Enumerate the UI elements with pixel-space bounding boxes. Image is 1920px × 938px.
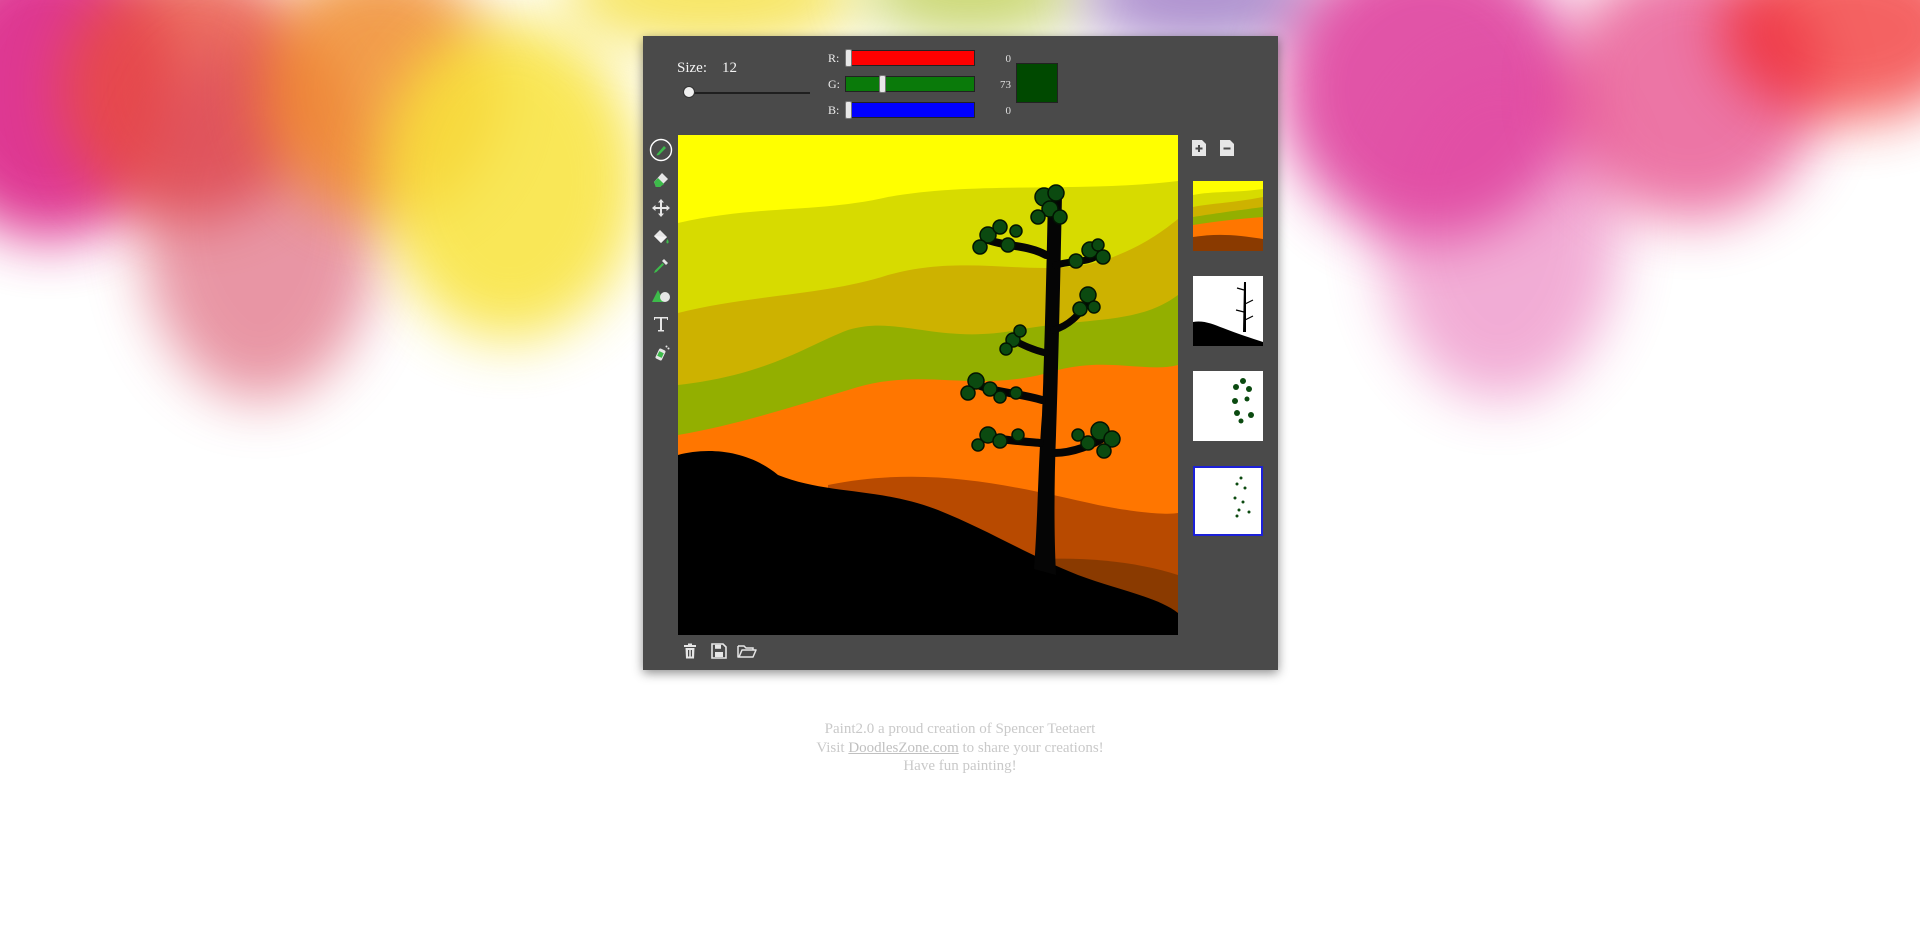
folder-open-icon bbox=[737, 645, 757, 658]
paint-app-panel: Size: 12 R: 0 G: 73 B: 0 bbox=[643, 36, 1278, 670]
red-value: 0 bbox=[1005, 53, 1012, 65]
add-layer-icon bbox=[1192, 140, 1206, 156]
spray-tool[interactable] bbox=[647, 338, 675, 367]
text-tool[interactable] bbox=[647, 309, 675, 338]
red-slider[interactable] bbox=[845, 50, 975, 66]
green-slider[interactable] bbox=[845, 76, 975, 92]
green-value: 73 bbox=[1000, 79, 1011, 91]
eraser-tool[interactable] bbox=[647, 164, 675, 193]
brush-size-slider[interactable] bbox=[684, 92, 810, 94]
move-arrows-icon bbox=[652, 198, 670, 217]
blue-slider-thumb[interactable] bbox=[845, 101, 852, 119]
layer-thumbnail-4[interactable] bbox=[1193, 466, 1263, 536]
red-label: R: bbox=[828, 51, 840, 65]
layer-thumbnail-tree-preview bbox=[1193, 276, 1263, 346]
pencil-tool[interactable] bbox=[647, 135, 675, 164]
canvas-artwork bbox=[678, 135, 1178, 635]
green-label: G: bbox=[828, 77, 840, 91]
red-slider-thumb[interactable] bbox=[845, 49, 852, 67]
layer-thumbnail-2[interactable] bbox=[1193, 276, 1263, 346]
drawing-canvas[interactable] bbox=[678, 135, 1178, 635]
current-color-swatch bbox=[1016, 63, 1058, 103]
eraser-icon bbox=[654, 172, 668, 187]
layer-thumbnail-3[interactable] bbox=[1193, 371, 1263, 441]
remove-layer-button[interactable] bbox=[1218, 138, 1236, 158]
footer-visit-prefix: Visit bbox=[816, 739, 849, 756]
shapes-icon bbox=[652, 289, 670, 302]
trash-icon bbox=[684, 643, 696, 659]
brush-size-slider-thumb[interactable] bbox=[683, 86, 695, 98]
blue-value: 0 bbox=[1005, 105, 1012, 117]
text-t-icon bbox=[654, 316, 668, 331]
open-button[interactable] bbox=[736, 640, 758, 662]
brush-size-value: 12 bbox=[722, 60, 737, 76]
save-button[interactable] bbox=[708, 640, 730, 662]
tool-palette bbox=[647, 135, 675, 367]
footer-visit-suffix: to share your creations! bbox=[958, 739, 1104, 756]
move-tool[interactable] bbox=[647, 193, 675, 222]
layer-thumbnail-leaves-detail-preview bbox=[1195, 468, 1261, 534]
pencil-icon bbox=[649, 138, 673, 161]
footer: Paint2.0 a proud creation of Spencer Tee… bbox=[0, 720, 1920, 776]
blue-label: B: bbox=[828, 103, 840, 117]
footer-tagline: Have fun painting! bbox=[903, 758, 1017, 774]
layer-thumbnail-1[interactable] bbox=[1193, 181, 1263, 251]
eyedropper-icon bbox=[654, 258, 668, 273]
eyedropper-tool[interactable] bbox=[647, 251, 675, 280]
blue-slider[interactable] bbox=[845, 102, 975, 118]
add-layer-button[interactable] bbox=[1190, 138, 1208, 158]
brush-size-label: Size: bbox=[677, 60, 707, 76]
footer-visit-line: Visit DoodlesZone.com to share your crea… bbox=[0, 739, 1920, 758]
shapes-tool[interactable] bbox=[647, 280, 675, 309]
floppy-disk-icon bbox=[711, 643, 727, 659]
paint-bucket-icon bbox=[654, 229, 669, 243]
spray-can-icon bbox=[655, 345, 670, 360]
layer-thumbnail-leaves-preview bbox=[1193, 371, 1263, 441]
footer-credit: Paint2.0 a proud creation of Spencer Tee… bbox=[824, 721, 1096, 737]
remove-layer-icon bbox=[1220, 140, 1234, 156]
green-slider-thumb[interactable] bbox=[879, 75, 886, 93]
clear-button[interactable] bbox=[679, 640, 701, 662]
fill-tool[interactable] bbox=[647, 222, 675, 251]
layer-thumbnail-background-preview bbox=[1193, 181, 1263, 251]
doodleszone-link[interactable]: DoodlesZone.com bbox=[848, 740, 958, 756]
